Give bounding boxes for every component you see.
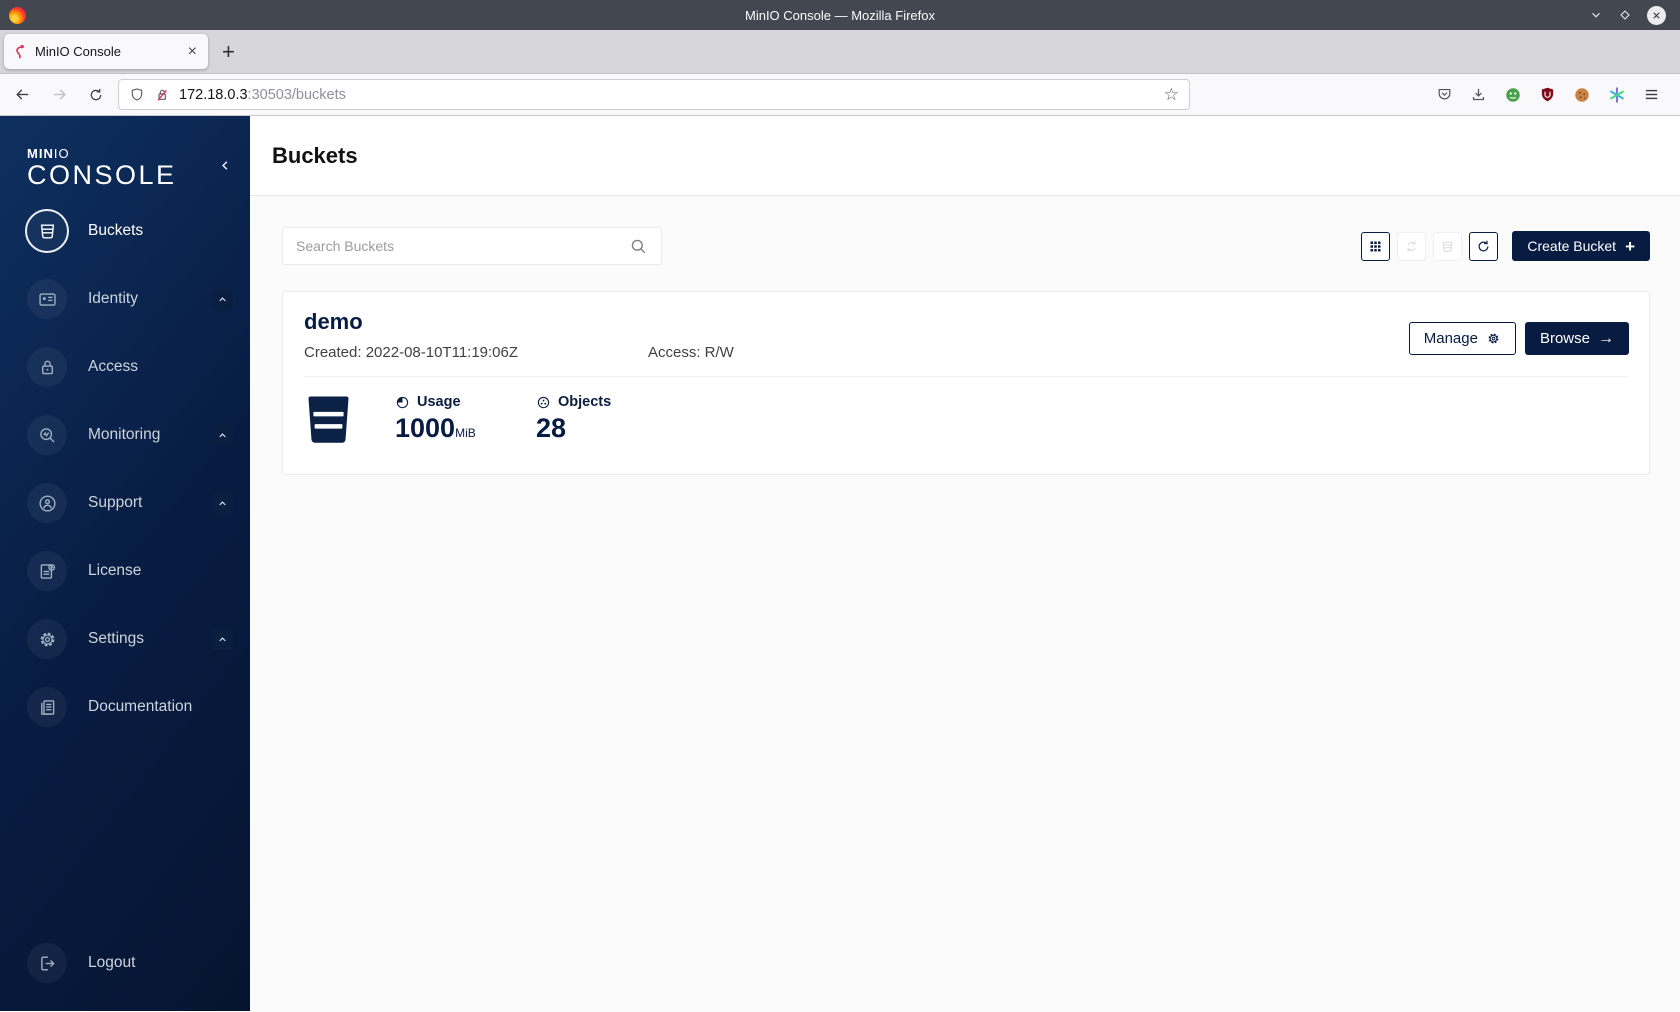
sidebar-item-license[interactable]: License (0, 537, 250, 605)
page-header: Buckets (250, 116, 1680, 196)
sidebar-menu: Buckets Identity Access Monitoring Suppo… (0, 197, 250, 741)
new-tab-button[interactable]: + (222, 39, 235, 65)
window-close-icon[interactable] (1647, 5, 1666, 25)
sidebar-item-label: License (88, 562, 142, 580)
tab-favicon-flamingo-icon (13, 44, 27, 60)
shield-icon[interactable] (129, 87, 145, 103)
sidebar-item-label: Identity (88, 290, 138, 308)
bookmark-star-icon[interactable]: ☆ (1164, 86, 1179, 103)
license-icon (27, 551, 67, 592)
main-panel: Buckets Search Buckets Create Bucket + d… (250, 116, 1680, 1011)
tab-bar: MinIO Console × + (0, 30, 1680, 74)
manage-button[interactable]: Manage (1408, 322, 1516, 355)
usage-value: 1000 (395, 413, 456, 443)
window-title: MinIO Console — Mozilla Firefox (745, 7, 935, 23)
bucket-card-demo[interactable]: demo Created: 2022-08-10T11:19:06Z Acces… (282, 291, 1650, 475)
browse-button[interactable]: Browse → (1524, 322, 1629, 355)
sidebar-collapse-icon[interactable] (219, 158, 232, 173)
insecure-lock-icon[interactable] (154, 87, 170, 103)
usage-unit: MiB (455, 426, 476, 440)
tab-minio-console[interactable]: MinIO Console × (4, 34, 208, 69)
window-minimize-icon[interactable] (1589, 8, 1603, 22)
usage-label: Usage (417, 394, 461, 410)
back-icon[interactable] (14, 86, 31, 103)
monitor-search-icon (27, 415, 67, 456)
usage-pie-icon (395, 395, 410, 410)
id-card-icon (27, 279, 67, 320)
logout-icon (27, 943, 67, 983)
create-bucket-button[interactable]: Create Bucket + (1512, 231, 1650, 261)
pocket-icon[interactable] (1436, 86, 1453, 103)
support-icon (27, 483, 67, 524)
usage-stat: Usage 1000MiB (395, 394, 500, 442)
page-title: Buckets (272, 142, 358, 168)
objects-label: Objects (558, 394, 612, 410)
cookie-icon[interactable] (1573, 86, 1591, 104)
sidebar-item-label: Buckets (88, 222, 144, 240)
sidebar-item-settings[interactable]: Settings (0, 605, 250, 673)
refresh-button[interactable] (1469, 231, 1499, 261)
forward-icon (51, 86, 68, 103)
snowflake-icon[interactable] (1608, 86, 1626, 104)
sidebar-item-documentation[interactable]: Documentation (0, 673, 250, 741)
sidebar-item-identity[interactable]: Identity (0, 265, 250, 333)
chevron-up-icon[interactable] (212, 424, 233, 446)
card-divider (304, 376, 1628, 377)
search-buckets-box[interactable] (282, 227, 662, 265)
objects-value: 28 (536, 413, 567, 443)
sidebar: MINIO CONSOLE Buckets Identity Access Mo… (0, 116, 250, 1011)
sidebar-item-label: Monitoring (88, 426, 161, 444)
bucket-created: Created: 2022-08-10T11:19:06Z (304, 344, 519, 361)
download-icon[interactable] (1470, 86, 1487, 103)
sidebar-item-label: Documentation (88, 698, 193, 716)
chevron-up-icon[interactable] (212, 492, 233, 514)
sidebar-item-monitoring[interactable]: Monitoring (0, 401, 250, 469)
sidebar-item-label: Support (88, 494, 143, 512)
sidebar-item-label: Access (88, 358, 138, 376)
sidebar-item-label: Settings (88, 630, 145, 648)
window-maximize-icon[interactable] (1618, 8, 1632, 22)
chevron-up-icon[interactable] (212, 288, 233, 310)
reload-icon[interactable] (88, 87, 104, 103)
sidebar-item-label: Logout (88, 954, 136, 971)
bucket-icon (25, 209, 69, 254)
navigation-toolbar: 172.18.0.3:30503/buckets ☆ (0, 74, 1680, 116)
sidebar-item-support[interactable]: Support (0, 469, 250, 537)
menu-hamburger-icon[interactable] (1643, 86, 1660, 103)
bucket-large-icon (304, 394, 353, 445)
bucket-access: Access: R/W (648, 344, 734, 361)
gear-icon (27, 619, 67, 660)
window-titlebar: MinIO Console — Mozilla Firefox (0, 0, 1680, 30)
privacy-badger-icon[interactable] (1504, 86, 1522, 104)
url-text: 172.18.0.3:30503/buckets (179, 86, 346, 103)
plus-icon: + (1625, 236, 1635, 256)
minio-console-logo: MINIO CONSOLE (27, 146, 177, 190)
tab-close-icon[interactable]: × (186, 43, 199, 60)
delete-buckets-button-disabled (1433, 231, 1463, 261)
url-bar[interactable]: 172.18.0.3:30503/buckets ☆ (118, 79, 1190, 110)
rebalance-button-disabled (1397, 231, 1427, 261)
manage-gear-icon (1486, 331, 1501, 346)
search-icon (629, 237, 648, 256)
tab-title: MinIO Console (35, 44, 121, 59)
lock-icon (27, 347, 67, 388)
ublock-icon[interactable] (1539, 86, 1556, 103)
sidebar-item-logout[interactable]: Logout (0, 929, 250, 997)
grid-view-button[interactable] (1361, 231, 1391, 261)
objects-icon (536, 395, 551, 410)
chevron-up-icon[interactable] (212, 628, 233, 650)
arrow-right-icon: → (1598, 329, 1614, 347)
sidebar-item-buckets[interactable]: Buckets (0, 197, 250, 265)
search-input[interactable] (296, 238, 629, 254)
document-icon (27, 687, 67, 728)
objects-stat: Objects 28 (536, 394, 641, 442)
sidebar-item-access[interactable]: Access (0, 333, 250, 401)
